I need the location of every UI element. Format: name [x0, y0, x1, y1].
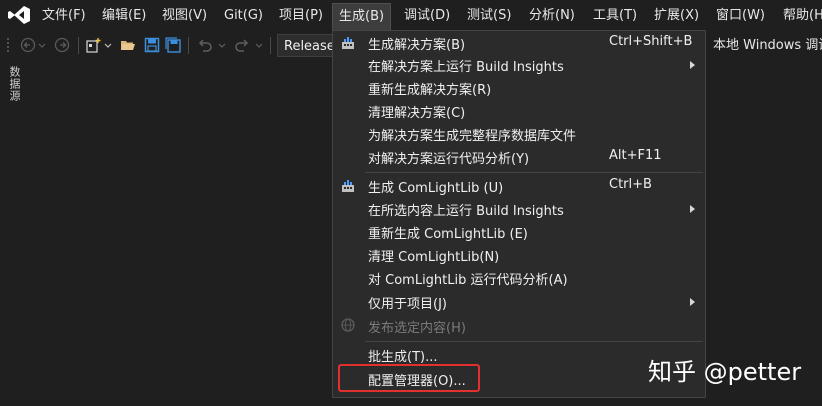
back-dropdown-icon[interactable]: [38, 37, 46, 53]
redo-icon[interactable]: [234, 37, 250, 53]
menu-divider: [365, 172, 703, 173]
menu-item-label: 在所选内容上运行 Build Insights: [368, 204, 564, 219]
menu-item-label: 在解决方案上运行 Build Insights: [368, 60, 564, 75]
debug-target-label[interactable]: 本地 Windows 调试: [713, 31, 822, 60]
build-menu-item-clean-project[interactable]: 清理 ComLightLib(N): [333, 243, 705, 266]
menu-analyze[interactable]: 分析(N): [523, 0, 581, 31]
menu-window[interactable]: 窗口(W): [710, 0, 771, 31]
menu-divider: [365, 341, 703, 342]
undo-dropdown-icon[interactable]: [218, 37, 226, 53]
configuration-manager-highlight: [338, 364, 480, 392]
menu-tools[interactable]: 工具(T): [587, 0, 643, 31]
toolbar-grip-icon: [7, 38, 9, 52]
menu-item-label: 发布选定内容(H): [368, 321, 466, 336]
build-menu-item-build-insights-selection[interactable]: 在所选内容上运行 Build Insights: [333, 197, 705, 220]
build-menu-item-build-insights-solution[interactable]: 在解决方案上运行 Build Insights: [333, 53, 705, 76]
globe-icon: [341, 318, 355, 332]
menu-item-label: 清理 ComLightLib(N): [368, 250, 500, 265]
side-tab-data-sources[interactable]: 数据源: [4, 66, 22, 126]
menu-git[interactable]: Git(G): [218, 0, 269, 31]
menu-test[interactable]: 测试(S): [461, 0, 517, 31]
forward-icon[interactable]: [54, 37, 70, 53]
undo-icon[interactable]: [197, 37, 213, 53]
menu-item-label: 为解决方案生成完整程序数据库文件: [368, 129, 577, 144]
build-menu: 生成解决方案(B) Ctrl+Shift+B 在解决方案上运行 Build In…: [332, 30, 706, 398]
save-icon[interactable]: [144, 37, 160, 53]
menu-item-label: 重新生成解决方案(R): [368, 83, 492, 98]
menu-debug[interactable]: 调试(D): [398, 0, 456, 31]
build-menu-item-code-analysis-project[interactable]: 对 ComLightLib 运行代码分析(A): [333, 266, 705, 289]
menu-item-label: 清理解决方案(C): [368, 106, 466, 121]
menu-item-label: 生成 ComLightLib (U): [368, 181, 504, 196]
build-icon: [342, 37, 354, 49]
menu-item-label: 重新生成 ComLightLib (E): [368, 227, 528, 242]
build-menu-item-build-project[interactable]: 生成 ComLightLib (U) Ctrl+B: [333, 174, 705, 197]
menu-build[interactable]: 生成(B): [332, 3, 392, 32]
menu-item-label: 对解决方案运行代码分析(Y): [368, 152, 530, 167]
build-menu-item-publish-selection: 发布选定内容(H): [333, 314, 705, 337]
build-menu-item-build-solution[interactable]: 生成解决方案(B) Ctrl+Shift+B: [333, 31, 705, 54]
visual-studio-logo-icon[interactable]: [8, 5, 30, 25]
menu-item-shortcut: Ctrl+B: [609, 177, 652, 192]
submenu-arrow-icon: [690, 298, 695, 306]
build-menu-item-rebuild-project[interactable]: 重新生成 ComLightLib (E): [333, 220, 705, 243]
build-project-icon: [342, 180, 354, 192]
menu-item-label: 对 ComLightLib 运行代码分析(A): [368, 273, 568, 288]
open-folder-icon[interactable]: [120, 37, 136, 53]
menu-edit[interactable]: 编辑(E): [96, 0, 152, 31]
submenu-arrow-icon: [690, 61, 695, 69]
build-menu-item-project-only[interactable]: 仅用于项目(J): [333, 290, 705, 313]
back-icon[interactable]: [20, 37, 36, 53]
menu-item-label: 生成解决方案(B): [368, 38, 466, 53]
menu-help[interactable]: 帮助(H: [777, 0, 822, 31]
save-all-icon[interactable]: [165, 37, 181, 53]
build-menu-item-clean-solution[interactable]: 清理解决方案(C): [333, 99, 705, 122]
build-menu-item-code-analysis-solution[interactable]: 对解决方案运行代码分析(Y) Alt+F11: [333, 145, 705, 168]
new-project-icon[interactable]: [86, 37, 102, 53]
menu-view[interactable]: 视图(V): [156, 0, 213, 31]
menu-item-shortcut: Ctrl+Shift+B: [609, 34, 693, 49]
menu-item-label: 仅用于项目(J): [368, 297, 447, 312]
build-menu-item-generate-pdb[interactable]: 为解决方案生成完整程序数据库文件: [333, 122, 705, 145]
toolbar-separator: [78, 37, 79, 54]
new-dropdown-icon[interactable]: [104, 37, 112, 53]
menu-item-label: 批生成(T)...: [368, 350, 438, 365]
toolbar-separator: [188, 37, 189, 54]
menu-item-shortcut: Alt+F11: [609, 148, 662, 163]
toolbar-separator: [270, 37, 271, 54]
menu-project[interactable]: 项目(P): [273, 0, 329, 31]
menu-bar: 文件(F) 编辑(E) 视图(V) Git(G) 项目(P) 生成(B) 调试(…: [0, 0, 822, 32]
submenu-arrow-icon: [690, 205, 695, 213]
watermark: 知乎 @petter: [648, 358, 802, 386]
build-menu-item-rebuild-solution[interactable]: 重新生成解决方案(R): [333, 76, 705, 99]
menu-extensions[interactable]: 扩展(X): [648, 0, 705, 31]
menu-file[interactable]: 文件(F): [36, 0, 92, 31]
redo-dropdown-icon[interactable]: [255, 37, 263, 53]
